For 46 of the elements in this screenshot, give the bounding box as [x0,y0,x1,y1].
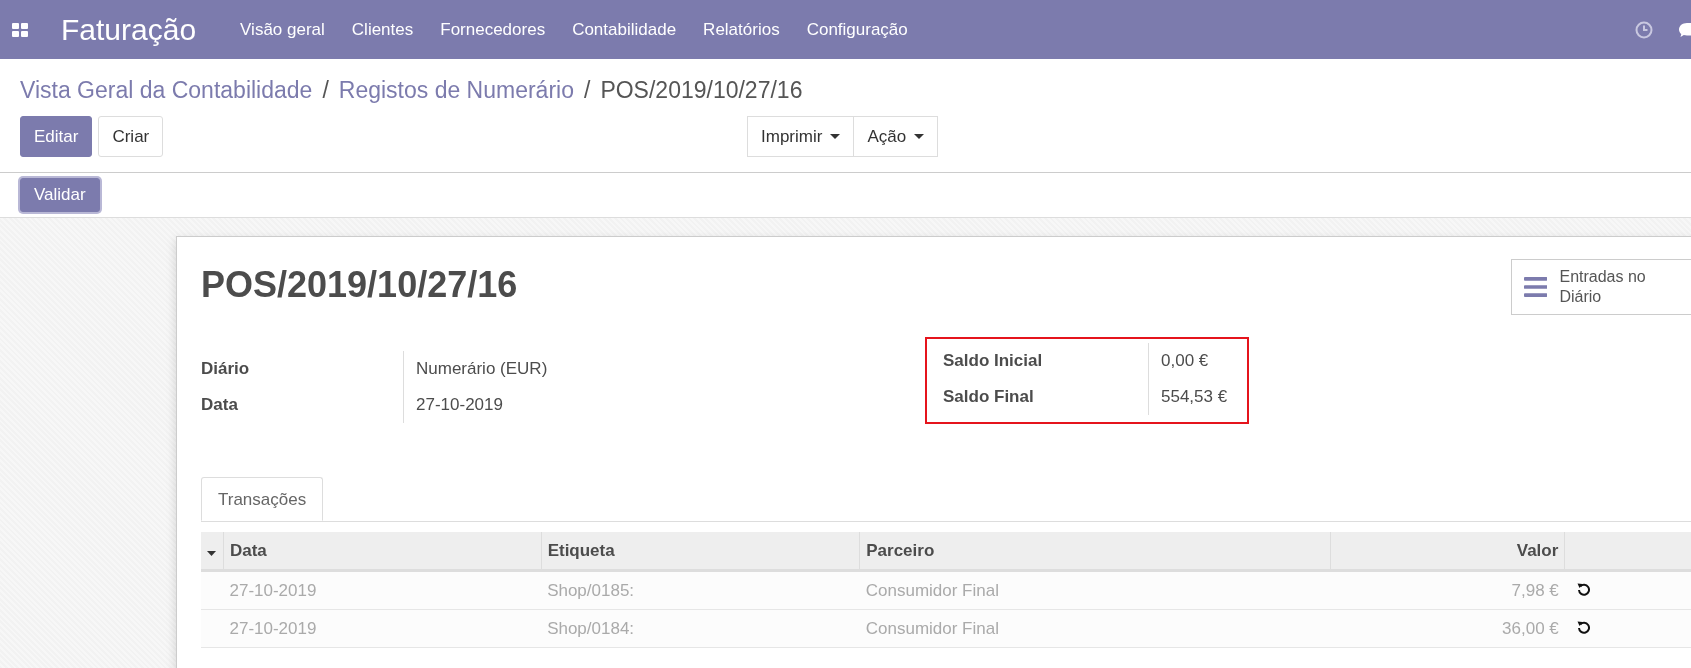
field-label: Saldo Inicial [927,343,1149,379]
create-button[interactable]: Criar [98,116,164,157]
edit-button[interactable]: Editar [20,116,93,157]
table-cell: 7,98 € [1330,570,1565,610]
journal-entries-button[interactable]: Entradas no Diário [1511,259,1691,315]
breadcrumb-link[interactable]: Registos de Numerário [338,77,574,104]
table-cell: Consumidor Final [859,609,1331,648]
field-label: Diário [201,351,404,387]
table-cell: Shop/0185: [541,570,860,610]
menu-item[interactable]: Fornecedores [440,19,546,40]
field-value: 0,00 € [1160,351,1209,371]
dropdown-button[interactable]: Imprimir [747,116,855,157]
breadcrumb-separator: / [584,77,591,104]
sort-caret-icon[interactable] [207,550,216,556]
table-cell: Consumidor Final [859,570,1331,610]
tab[interactable]: Transações [201,477,324,521]
chat-icon[interactable] [1679,21,1691,38]
breadcrumb-title: POS/2019/10/27/16 [600,77,803,104]
breadcrumb-link[interactable]: Vista Geral da Contabilidade [20,77,313,104]
column-header[interactable]: Etiqueta [541,532,860,571]
record-title: POS/2019/10/27/16 [201,264,518,306]
breadcrumb-separator: / [322,77,329,104]
menu-item[interactable]: Configuração [806,19,908,40]
apps-grid-icon[interactable] [12,22,28,37]
field-label: Data [201,387,404,423]
menu-item[interactable]: Clientes [351,19,414,40]
table-cell: 27-10-2019 [223,570,542,610]
validate-button[interactable]: Validar [20,178,100,212]
column-header[interactable]: Data [223,532,542,571]
list-icon [1524,276,1548,298]
column-header[interactable]: Parceiro [859,532,1331,571]
field-value: Numerário (EUR) [415,359,548,379]
menu-item[interactable]: Contabilidade [572,19,677,40]
column-header[interactable]: Valor [1330,532,1565,571]
app-title: Faturação [61,12,197,47]
menu-item[interactable]: Visão geral [240,19,325,40]
table-cell: 36,00 € [1330,609,1565,648]
table-cell: Shop/0184: [541,609,860,648]
caret-icon [914,134,925,139]
caret-icon [830,134,841,139]
field-label: Saldo Final [927,379,1149,415]
field-value: 27-10-2019 [415,395,503,415]
table-cell: 27-10-2019 [223,609,542,648]
dropdown-button[interactable]: Ação [854,116,939,157]
menu-item[interactable]: Relatórios [703,19,780,40]
field-value: 554,53 € [1160,387,1228,407]
